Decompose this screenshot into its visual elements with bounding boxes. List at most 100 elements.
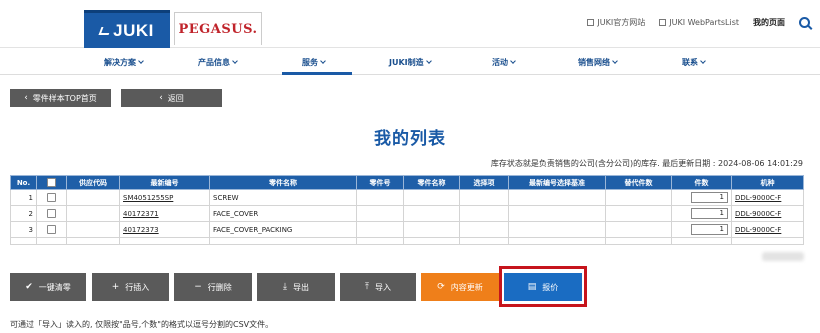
row-select[interactable] xyxy=(36,205,67,222)
row-latest-number: SM4051255SP xyxy=(119,189,210,206)
col-quantity: 件数 xyxy=(671,175,732,190)
pegasus-logo[interactable]: PEGASUS. xyxy=(174,12,262,45)
row-alt-count xyxy=(605,221,672,238)
row-model: DDL-9000C-F xyxy=(731,221,804,238)
col-part-no: 零件号 xyxy=(356,175,404,190)
chevron-down-icon xyxy=(138,58,144,64)
row-part-no xyxy=(356,221,404,238)
row-part-name-2 xyxy=(403,189,460,206)
parts-catalog-top-button[interactable]: ‹ 零件样本TOP首页 xyxy=(10,89,111,107)
chevron-down-icon xyxy=(320,58,326,64)
check-icon: ✔ xyxy=(25,281,33,292)
row-checkbox[interactable] xyxy=(47,193,56,202)
clear-all-label: 一键清零 xyxy=(38,282,71,292)
row-supply-code xyxy=(66,205,120,222)
table-empty-row xyxy=(10,237,804,245)
nav-juki-manufacturing[interactable]: JUKI制造 xyxy=(389,57,432,68)
col-supply-code: 供应代码 xyxy=(66,175,120,190)
chevron-left-icon: ‹ xyxy=(159,92,163,103)
latest-number-link[interactable]: SM4051255SP xyxy=(123,194,173,202)
nav-contact-label: 联系 xyxy=(682,58,698,67)
nav-juki-manufacturing-label: JUKI制造 xyxy=(389,58,424,67)
chevron-down-icon xyxy=(510,58,516,64)
export-button[interactable]: ⤓ 导出 xyxy=(257,273,335,301)
export-label: 导出 xyxy=(292,282,309,292)
quantity-input[interactable]: 1 xyxy=(691,192,728,203)
latest-number-link[interactable]: 40172373 xyxy=(123,226,159,234)
row-part-name-2 xyxy=(403,205,460,222)
row-part-name: FACE_COVER xyxy=(209,205,357,222)
update-content-button[interactable]: ⟳ 内容更新 xyxy=(421,273,499,301)
import-label: 导入 xyxy=(374,282,391,292)
row-supply-code xyxy=(66,221,120,238)
row-model: DDL-9000C-F xyxy=(731,205,804,222)
header-links: JUKI官方网站 JUKI WebPartsList 我的页面 xyxy=(587,17,810,28)
juki-bird-icon xyxy=(98,26,112,35)
delete-row-button[interactable]: − 行删除 xyxy=(174,273,252,301)
pagination-blurred xyxy=(762,252,804,261)
upload-icon: ⤒ xyxy=(365,281,369,292)
insert-row-label: 行插入 xyxy=(125,282,150,292)
select-all-checkbox[interactable] xyxy=(47,178,56,187)
main-nav: 解决方案 产品信息 服务 JUKI制造 活动 销售网络 联系 xyxy=(0,48,820,75)
back-button[interactable]: ‹ 返回 xyxy=(121,89,222,107)
nav-products-label: 产品信息 xyxy=(198,58,230,67)
juki-logo[interactable]: JUKI xyxy=(84,10,170,48)
row-quantity: 1 xyxy=(671,221,732,238)
row-select[interactable] xyxy=(36,221,67,238)
row-selection-basis xyxy=(508,205,606,222)
search-icon[interactable] xyxy=(799,17,810,28)
row-part-name: SCREW xyxy=(209,189,357,206)
row-latest-number: 40172373 xyxy=(119,221,210,238)
col-model: 机种 xyxy=(731,175,804,190)
plus-icon: + xyxy=(111,281,120,292)
stock-note: 库存状态就是负责销售的公司(含分公司)的库存. 最后更新日期 : 2024-08… xyxy=(490,159,803,168)
my-list-table: No. 供应代码 最新编号 零件名称 零件号 零件名称 选择项 最新编号选择基准… xyxy=(10,175,804,245)
my-page-link[interactable]: 我的页面 xyxy=(753,17,785,28)
row-option xyxy=(459,189,509,206)
delete-row-label: 行删除 xyxy=(207,282,232,292)
update-content-label: 内容更新 xyxy=(450,282,483,292)
model-link[interactable]: DDL-9000C-F xyxy=(735,226,781,234)
nav-active-indicator xyxy=(282,72,352,75)
nav-service[interactable]: 服务 xyxy=(302,57,326,68)
row-quantity: 1 xyxy=(671,205,732,222)
latest-number-link[interactable]: 40172371 xyxy=(123,210,159,218)
model-link[interactable]: DDL-9000C-F xyxy=(735,194,781,202)
juki-official-link[interactable]: JUKI官方网站 xyxy=(587,17,645,28)
nav-events-label: 活动 xyxy=(492,58,508,67)
nav-solutions[interactable]: 解决方案 xyxy=(104,57,144,68)
import-button[interactable]: ⤒ 导入 xyxy=(340,273,416,301)
web-parts-list-label: JUKI WebPartsList xyxy=(669,18,739,27)
nav-contact[interactable]: 联系 xyxy=(682,57,706,68)
row-selection-basis xyxy=(508,221,606,238)
row-part-no xyxy=(356,189,404,206)
row-selection-basis xyxy=(508,189,606,206)
row-option xyxy=(459,205,509,222)
chevron-down-icon xyxy=(232,58,238,64)
table-row: 1 SM4051255SP SCREW 1 DDL-9000C-F xyxy=(10,189,804,206)
page-title: 我的列表 xyxy=(374,129,446,149)
quantity-input[interactable]: 1 xyxy=(691,224,728,235)
col-option: 选择项 xyxy=(459,175,509,190)
col-alt-count: 替代件数 xyxy=(605,175,672,190)
col-select-all[interactable] xyxy=(36,175,67,190)
back-label: 返回 xyxy=(167,93,184,103)
clear-all-button[interactable]: ✔ 一键清零 xyxy=(10,273,86,301)
quantity-input[interactable]: 1 xyxy=(691,208,728,219)
row-checkbox[interactable] xyxy=(47,225,56,234)
external-link-icon xyxy=(587,19,595,26)
row-select[interactable] xyxy=(36,189,67,206)
nav-sales-network[interactable]: 销售网络 xyxy=(578,57,618,68)
col-no: No. xyxy=(10,175,37,190)
nav-products[interactable]: 产品信息 xyxy=(198,57,238,68)
nav-events[interactable]: 活动 xyxy=(492,57,516,68)
download-icon: ⤓ xyxy=(283,281,287,292)
row-alt-count xyxy=(605,205,672,222)
pegasus-logo-text: PEGASUS. xyxy=(178,21,258,37)
model-link[interactable]: DDL-9000C-F xyxy=(735,210,781,218)
insert-row-button[interactable]: + 行插入 xyxy=(92,273,169,301)
web-parts-list-link[interactable]: JUKI WebPartsList xyxy=(659,18,739,27)
chevron-down-icon xyxy=(700,58,706,64)
row-checkbox[interactable] xyxy=(47,209,56,218)
